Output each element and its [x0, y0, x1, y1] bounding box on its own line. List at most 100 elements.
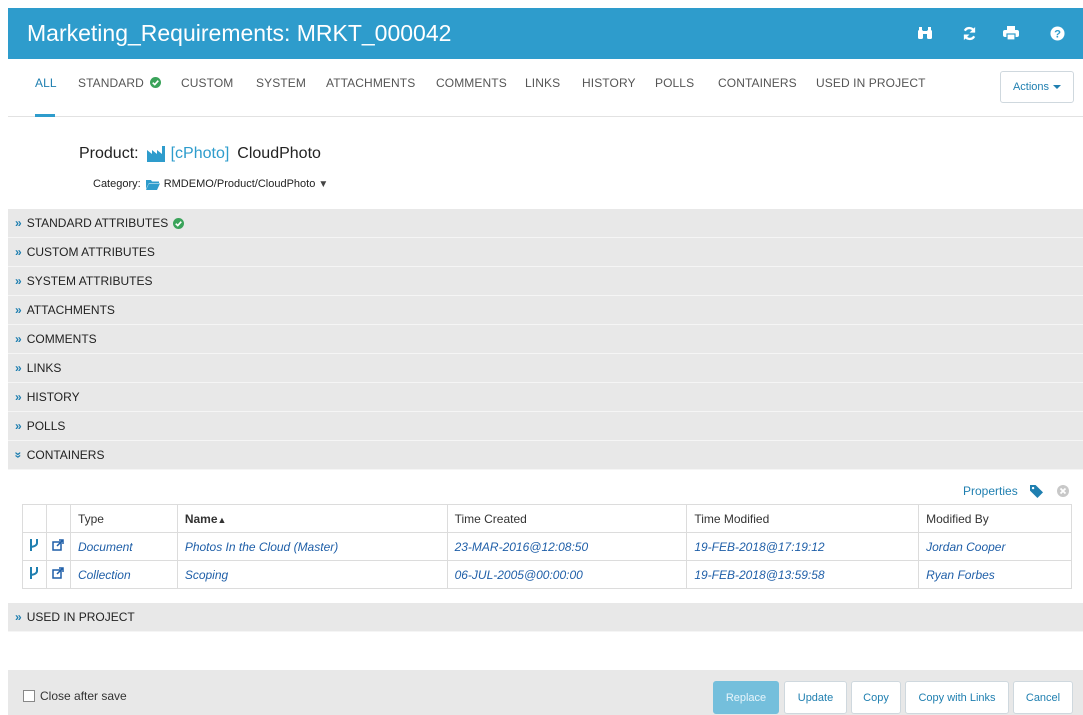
close-circle-icon[interactable] [1056, 485, 1069, 497]
section-label: SYSTEM ATTRIBUTES [26, 274, 153, 288]
product-label: Product: [79, 145, 139, 162]
cell-time-created: 23-MAR-2016@12:08:50 [446, 532, 688, 561]
cell-time-modified: 19-FEB-2018@17:19:12 [686, 532, 920, 561]
close-after-save-label[interactable]: Close after save [40, 689, 127, 703]
chevron-double-right-icon: » [15, 245, 22, 259]
cell-type: Document [69, 532, 178, 561]
cell-name-link[interactable]: Scoping [176, 560, 448, 589]
category-label: Category: [93, 178, 141, 190]
product-header: Product: [cPhoto] CloudPhoto [79, 145, 321, 163]
actions-button[interactable]: Actions [1000, 71, 1074, 103]
header-blank [22, 504, 47, 533]
caret-down-icon [1053, 85, 1062, 89]
cell-type: Collection [69, 560, 178, 589]
section-history[interactable]: » HISTORY [8, 383, 1083, 412]
containers-table: Type Name▲ Time Created Time Modified Mo… [22, 504, 1072, 589]
chevron-double-down-icon: » [11, 451, 26, 459]
open-external-icon[interactable] [45, 532, 71, 561]
cell-name-link[interactable]: Photos In the Cloud (Master) [176, 532, 448, 561]
branch-icon[interactable] [22, 560, 47, 589]
chevron-double-right-icon: » [15, 610, 22, 624]
cell-time-created: 06-JUL-2005@00:00:00 [446, 560, 688, 589]
tab-containers[interactable]: CONTAINERS [718, 76, 797, 90]
table-header-row: Type Name▲ Time Created Time Modified Mo… [22, 504, 1072, 533]
tag-icon[interactable] [1029, 484, 1043, 498]
tab-system[interactable]: SYSTEM [256, 76, 306, 90]
section-label: COMMENTS [26, 332, 97, 346]
triangle-down-icon: ▼ [318, 178, 329, 190]
product-name: CloudPhoto [237, 145, 321, 162]
section-comments[interactable]: » COMMENTS [8, 325, 1083, 354]
section-system-attributes[interactable]: » SYSTEM ATTRIBUTES [8, 267, 1083, 296]
binoculars-icon[interactable] [913, 22, 937, 44]
section-label: POLLS [26, 419, 66, 433]
tab-attachments[interactable]: ATTACHMENTS [326, 76, 415, 90]
tab-history[interactable]: HISTORY [582, 76, 636, 90]
section-used-in-project[interactable]: » USED IN PROJECT [8, 603, 1083, 632]
table-row: Document Photos In the Cloud (Master) 23… [22, 532, 1072, 561]
column-header-type[interactable]: Type [69, 504, 178, 533]
category-selector[interactable]: RMDEMO/Product/CloudPhoto ▼ [145, 178, 329, 190]
section-label: HISTORY [26, 390, 80, 404]
refresh-icon[interactable] [957, 22, 981, 44]
section-attachments[interactable]: » ATTACHMENTS [8, 296, 1083, 325]
cancel-button[interactable]: Cancel [1013, 681, 1073, 714]
help-icon[interactable]: ? [1045, 22, 1069, 44]
column-header-modified-by[interactable]: Modified By [918, 504, 1072, 533]
table-row: Collection Scoping 06-JUL-2005@00:00:00 … [22, 560, 1072, 589]
section-polls[interactable]: » POLLS [8, 412, 1083, 441]
section-list: » STANDARD ATTRIBUTES » CUSTOM ATTRIBUTE… [8, 209, 1083, 470]
column-header-time-modified[interactable]: Time Modified [686, 504, 920, 533]
window-title: Marketing_Requirements: MRKT_000042 [27, 20, 452, 46]
tab-all[interactable]: ALL [35, 76, 57, 90]
cell-modified-by-link[interactable]: Ryan Forbes [918, 560, 1072, 589]
category-row: Category: RMDEMO/Product/CloudPhoto ▼ [93, 178, 328, 190]
chevron-double-right-icon: » [15, 332, 22, 346]
product-code-link[interactable]: [cPhoto] [171, 145, 230, 163]
category-value: RMDEMO/Product/CloudPhoto [163, 178, 316, 190]
branch-icon[interactable] [22, 532, 47, 561]
tab-standard-label: STANDARD [78, 76, 144, 90]
section-label: LINKS [26, 361, 62, 375]
print-icon[interactable] [999, 22, 1023, 44]
section-label: USED IN PROJECT [26, 610, 135, 624]
actions-label: Actions [1012, 81, 1050, 93]
check-circle-icon [173, 217, 185, 229]
chevron-double-right-icon: » [15, 274, 22, 288]
tab-links[interactable]: LINKS [525, 76, 560, 90]
svg-text:?: ? [1054, 28, 1061, 40]
update-button[interactable]: Update [784, 681, 847, 714]
tab-standard[interactable]: STANDARD [78, 76, 162, 90]
chevron-double-right-icon: » [15, 216, 22, 230]
close-after-save-checkbox[interactable] [23, 690, 35, 702]
cell-modified-by-link[interactable]: Jordan Cooper [918, 532, 1072, 561]
column-header-name[interactable]: Name▲ [176, 504, 448, 533]
chevron-double-right-icon: » [15, 303, 22, 317]
column-header-time-created[interactable]: Time Created [446, 504, 688, 533]
active-tab-indicator [35, 114, 55, 117]
section-label: STANDARD ATTRIBUTES [26, 216, 169, 230]
tab-polls[interactable]: POLLS [655, 76, 694, 90]
chevron-double-right-icon: » [15, 361, 22, 375]
properties-link[interactable]: Properties [963, 484, 1018, 498]
open-external-icon[interactable] [45, 560, 71, 589]
cell-time-modified: 19-FEB-2018@13:59:58 [686, 560, 920, 589]
replace-button[interactable]: Replace [713, 681, 779, 714]
title-bar: Marketing_Requirements: MRKT_000042 ? [8, 8, 1083, 59]
tab-bar: ALL STANDARD CUSTOM SYSTEM ATTACHMENTS C… [8, 59, 1083, 117]
section-links[interactable]: » LINKS [8, 354, 1083, 383]
footer-bar: Close after save Replace Update Copy Cop… [8, 670, 1083, 715]
copy-button[interactable]: Copy [851, 681, 901, 714]
tab-custom[interactable]: CUSTOM [181, 76, 233, 90]
copy-with-links-button[interactable]: Copy with Links [905, 681, 1009, 714]
section-label: CUSTOM ATTRIBUTES [26, 245, 155, 259]
section-containers[interactable]: » CONTAINERS [8, 441, 1083, 470]
tab-used-in-project[interactable]: USED IN PROJECT [816, 76, 926, 90]
section-custom-attributes[interactable]: » CUSTOM ATTRIBUTES [8, 238, 1083, 267]
tab-comments[interactable]: COMMENTS [436, 76, 507, 90]
chevron-double-right-icon: » [15, 390, 22, 404]
section-standard-attributes[interactable]: » STANDARD ATTRIBUTES [8, 209, 1083, 238]
properties-toolbar: Properties [963, 484, 1069, 498]
used-in-project-wrapper: » USED IN PROJECT [8, 603, 1083, 632]
check-circle-icon [150, 77, 162, 88]
